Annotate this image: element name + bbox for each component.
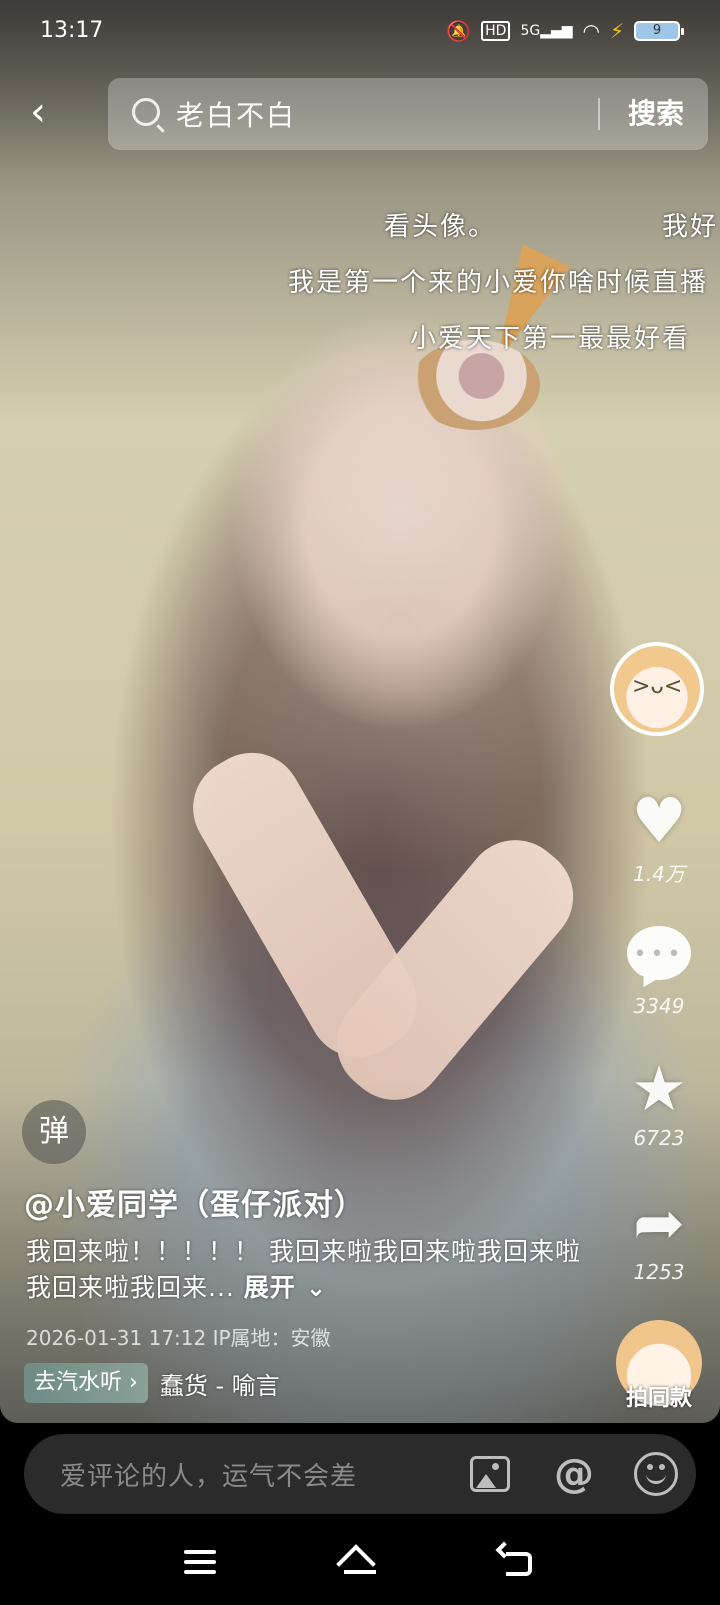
chevron-left-icon: ‹ [30,89,46,135]
author-avatar[interactable]: >ᴗ< [610,642,704,736]
comment-count: 3349 [633,994,685,1018]
favorite-count: 6723 [633,1126,685,1150]
like-button[interactable]: ♥ 1.4万 [614,786,704,887]
comment-button[interactable]: ••• 3349 [614,918,704,1018]
heart-icon: ♥ [631,784,687,857]
search-divider [598,98,600,130]
chevron-down-icon: ⌄ [295,1273,328,1302]
comment-dots: ••• [633,942,685,967]
same-style-button[interactable]: 拍同款 [614,1320,704,1411]
search-icon [132,98,160,126]
hd-icon: HD [481,21,511,41]
home-icon [336,1544,376,1584]
share-count: 1253 [633,1260,685,1284]
music-row[interactable]: 去汽水听 › 蠢货 - 喻言 [24,1363,280,1403]
search-input[interactable]: 老白不白 [176,94,296,134]
comment-bubble-icon: ••• [627,926,691,980]
danmaku-item: 我好 [662,212,719,242]
favorite-button[interactable]: ★ 6723 [614,1052,704,1151]
image-icon[interactable] [464,1448,516,1500]
chevron-right-icon: › [129,1370,138,1395]
battery-icon: 9 [634,21,684,41]
same-style-label: 拍同款 [625,1386,692,1411]
music-tag-button[interactable]: 去汽水听 › [24,1363,148,1403]
comment-input[interactable]: 爱评论的人，运气不会差 [60,1456,357,1493]
search-button[interactable]: 搜索 [606,92,706,136]
danmaku-item: 看头像。 [384,212,497,242]
music-tag-label: 去汽水听 [34,1370,123,1395]
expand-label: 展开 [243,1273,296,1302]
comment-input-bar[interactable]: 爱评论的人，运气不会差 @ [24,1434,696,1514]
back-arrow-icon [506,1552,532,1576]
back-button[interactable]: ‹ [30,90,74,134]
expand-link[interactable]: 展开 ⌄ [244,1273,328,1302]
status-time: 13:17 [40,18,104,43]
system-back-button[interactable] [490,1540,550,1590]
post-description[interactable]: 我回来啦！！！！！ 我回来啦我回来啦我回来啦我回来啦我回来... 展开 ⌄ [26,1234,586,1306]
menu-line [184,1570,216,1574]
mention-icon[interactable]: @ [548,1448,600,1500]
home-base [344,1570,376,1574]
home-button[interactable] [330,1540,390,1590]
search-bar[interactable]: 老白不白 搜索 [108,78,708,150]
emoji-eye [659,1464,665,1470]
danmaku-item: 小爱天下第一最最好看 [410,324,691,354]
menu-line [184,1560,216,1564]
danmaku-item: 我是第一个来的小爱你啥时候直播 [288,268,709,298]
post-meta: 2026-01-31 17:12 IP属地：安徽 [26,1326,331,1350]
like-count: 1.4万 [633,862,685,886]
avatar-face: >ᴗ< [632,674,683,699]
share-button[interactable]: ➦ 1253 [614,1186,704,1285]
charging-icon: ⚡ [609,19,624,43]
wifi-icon: ◠ [582,19,600,43]
image-mountain [476,1474,496,1488]
share-arrow-icon: ➦ [633,1186,685,1259]
mute-icon: 🔕 [446,19,472,43]
star-icon: ★ [631,1052,687,1125]
song-title[interactable]: 蠢货 - 喻言 [160,1366,280,1401]
5g-signal-icon: 5G▂▄▆ [520,23,573,39]
danmaku-toggle-button[interactable]: 弹 [22,1100,86,1164]
status-icons: 🔕 HD 5G▂▄▆ ◠ ⚡ 9 [446,18,684,44]
menu-button[interactable] [170,1540,230,1590]
author-name[interactable]: @小爱同学（蛋仔派对） [24,1180,365,1224]
emoji-icon[interactable] [630,1448,682,1500]
screen: 13:17 🔕 HD 5G▂▄▆ ◠ ⚡ 9 ‹ 老白不白 搜索 看头像。 我好… [0,0,720,1605]
emoji-eye [647,1464,653,1470]
menu-line [184,1550,216,1554]
image-sun [492,1463,499,1470]
system-nav-bar [0,1530,720,1605]
status-bar: 13:17 🔕 HD 5G▂▄▆ ◠ ⚡ 9 [0,16,720,52]
